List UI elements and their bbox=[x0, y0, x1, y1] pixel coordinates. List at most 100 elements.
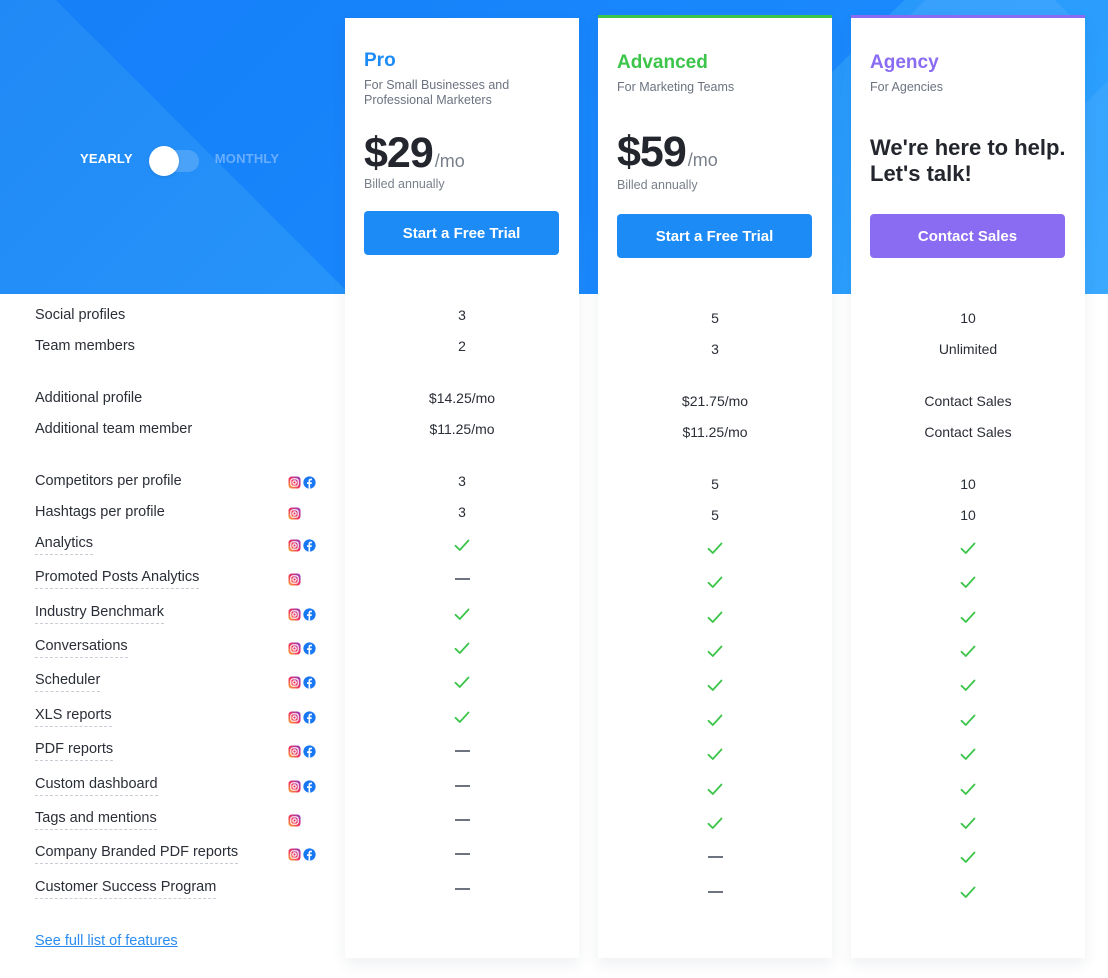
instagram-icon bbox=[288, 572, 301, 586]
see-full-features-link[interactable]: See full list of features bbox=[35, 933, 178, 949]
yearly-option[interactable]: YEARLY bbox=[80, 151, 133, 166]
feature-label[interactable]: PDF reports bbox=[35, 740, 114, 761]
feature-label[interactable]: Custom dashboard bbox=[35, 775, 158, 796]
instagram-icon bbox=[288, 744, 301, 758]
facebook-icon bbox=[303, 847, 316, 861]
plan-card-agency: Agency For Agencies We're here to help. … bbox=[851, 15, 1085, 958]
instagram-icon bbox=[288, 779, 301, 793]
check-icon bbox=[851, 674, 1085, 694]
instagram-icon bbox=[288, 475, 301, 489]
check-icon bbox=[851, 606, 1085, 626]
feature-value: 3 bbox=[458, 473, 466, 489]
feature-label[interactable]: Industry Benchmark bbox=[35, 603, 164, 624]
check-icon bbox=[851, 778, 1085, 798]
platform-icons bbox=[288, 474, 316, 490]
facebook-icon bbox=[303, 641, 316, 655]
feature-value: 10 bbox=[960, 507, 976, 523]
feature-value: 2 bbox=[458, 338, 466, 354]
plan-subtitle: For Agencies bbox=[870, 80, 943, 94]
check-icon bbox=[345, 534, 579, 554]
contact-tagline: We're here to help. Let's talk! bbox=[870, 135, 1066, 186]
feature-label[interactable]: Company Branded PDF reports bbox=[35, 843, 239, 864]
feature-value: $11.25/mo bbox=[682, 424, 748, 440]
contact-sales-button[interactable]: Contact Sales bbox=[870, 214, 1065, 258]
feature-label[interactable]: Scheduler bbox=[35, 671, 101, 692]
facebook-icon bbox=[303, 710, 316, 724]
check-icon bbox=[598, 709, 832, 729]
check-icon bbox=[851, 640, 1085, 660]
instagram-icon bbox=[288, 813, 301, 827]
feature-value: 5 bbox=[711, 507, 719, 523]
facebook-icon bbox=[303, 475, 316, 489]
platform-icons bbox=[288, 778, 316, 794]
plan-card-pro: Pro For Small Businesses and Professiona… bbox=[345, 18, 579, 958]
start-free-trial-button[interactable]: Start a Free Trial bbox=[617, 214, 812, 258]
platform-icons bbox=[288, 537, 316, 553]
check-icon bbox=[851, 812, 1085, 832]
start-free-trial-button[interactable]: Start a Free Trial bbox=[364, 211, 559, 255]
not-included-dash-icon bbox=[345, 775, 579, 795]
plan-name: Advanced bbox=[617, 52, 708, 73]
feature-label[interactable]: XLS reports bbox=[35, 706, 112, 727]
check-icon bbox=[598, 812, 832, 832]
feature-label: Additional profile bbox=[35, 390, 143, 406]
check-icon bbox=[598, 778, 832, 798]
check-icon bbox=[851, 537, 1085, 557]
feature-value: Contact Sales bbox=[924, 393, 1012, 409]
plan-card-advanced: Advanced For Marketing Teams $59 /mo Bil… bbox=[598, 15, 832, 958]
feature-value: $11.25/mo bbox=[429, 421, 495, 437]
feature-label: Social profiles bbox=[35, 307, 126, 323]
facebook-icon bbox=[303, 607, 316, 621]
billing-period-toggle: YEARLY MONTHLY bbox=[80, 143, 279, 176]
facebook-icon bbox=[303, 675, 316, 689]
feature-value: 10 bbox=[960, 310, 976, 326]
check-icon bbox=[851, 709, 1085, 729]
feature-label[interactable]: Conversations bbox=[35, 637, 128, 658]
check-icon bbox=[598, 640, 832, 660]
platform-icons bbox=[288, 709, 316, 725]
instagram-icon bbox=[288, 710, 301, 724]
check-icon bbox=[851, 743, 1085, 763]
feature-label[interactable]: Analytics bbox=[35, 534, 94, 555]
instagram-icon bbox=[288, 607, 301, 621]
plan-subtitle: For Marketing Teams bbox=[617, 80, 735, 94]
check-icon bbox=[345, 637, 579, 657]
feature-label[interactable]: Customer Success Program bbox=[35, 878, 217, 899]
feature-value: 3 bbox=[458, 307, 466, 323]
platform-icons bbox=[288, 571, 301, 587]
billing-note: Billed annually bbox=[364, 177, 445, 191]
billing-switch[interactable] bbox=[148, 146, 199, 176]
platform-icons bbox=[288, 743, 316, 759]
feature-value: $14.25/mo bbox=[428, 390, 496, 406]
check-icon bbox=[598, 537, 832, 557]
feature-label: Additional team member bbox=[35, 421, 193, 437]
platform-icons bbox=[288, 674, 316, 690]
facebook-icon bbox=[303, 538, 316, 552]
not-included-dash-icon bbox=[598, 881, 832, 901]
price-period: /mo bbox=[687, 150, 718, 170]
feature-value: Contact Sales bbox=[924, 424, 1012, 440]
check-icon bbox=[345, 706, 579, 726]
not-included-dash-icon bbox=[345, 843, 579, 863]
check-icon bbox=[598, 674, 832, 694]
instagram-icon bbox=[288, 538, 301, 552]
check-icon bbox=[345, 603, 579, 623]
price-amount: $29 bbox=[364, 129, 434, 177]
instagram-icon bbox=[288, 847, 301, 861]
feature-label[interactable]: Promoted Posts Analytics bbox=[35, 568, 200, 589]
switch-knob[interactable] bbox=[148, 146, 179, 176]
check-icon bbox=[598, 606, 832, 626]
billing-note: Billed annually bbox=[617, 178, 698, 192]
facebook-icon bbox=[303, 779, 316, 793]
price-period: /mo bbox=[434, 151, 465, 171]
feature-label[interactable]: Tags and mentions bbox=[35, 809, 157, 830]
check-icon bbox=[345, 671, 579, 691]
instagram-icon bbox=[288, 675, 301, 689]
feature-value: 5 bbox=[711, 310, 719, 326]
feature-value: Unlimited bbox=[938, 341, 998, 357]
monthly-option[interactable]: MONTHLY bbox=[215, 151, 279, 166]
plan-name: Agency bbox=[870, 52, 939, 73]
feature-label: Team members bbox=[35, 338, 135, 354]
instagram-icon bbox=[288, 641, 301, 655]
platform-icons bbox=[288, 812, 301, 828]
